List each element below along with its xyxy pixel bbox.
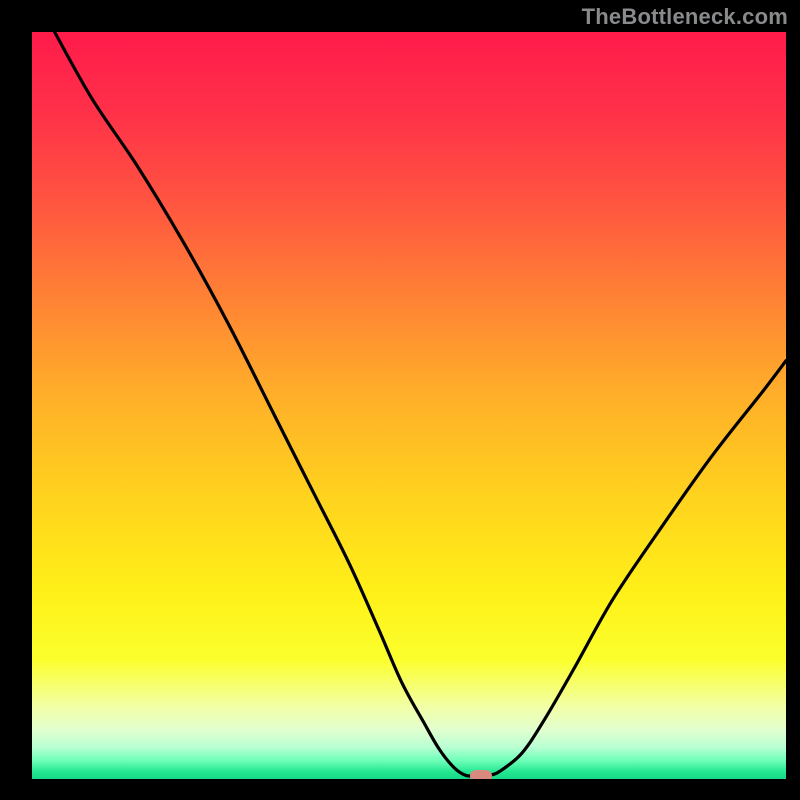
plot-area <box>32 32 786 779</box>
bottleneck-curve <box>32 32 786 779</box>
chart-frame: TheBottleneck.com <box>0 0 800 800</box>
optimal-marker <box>470 770 492 779</box>
watermark-text: TheBottleneck.com <box>582 4 788 30</box>
